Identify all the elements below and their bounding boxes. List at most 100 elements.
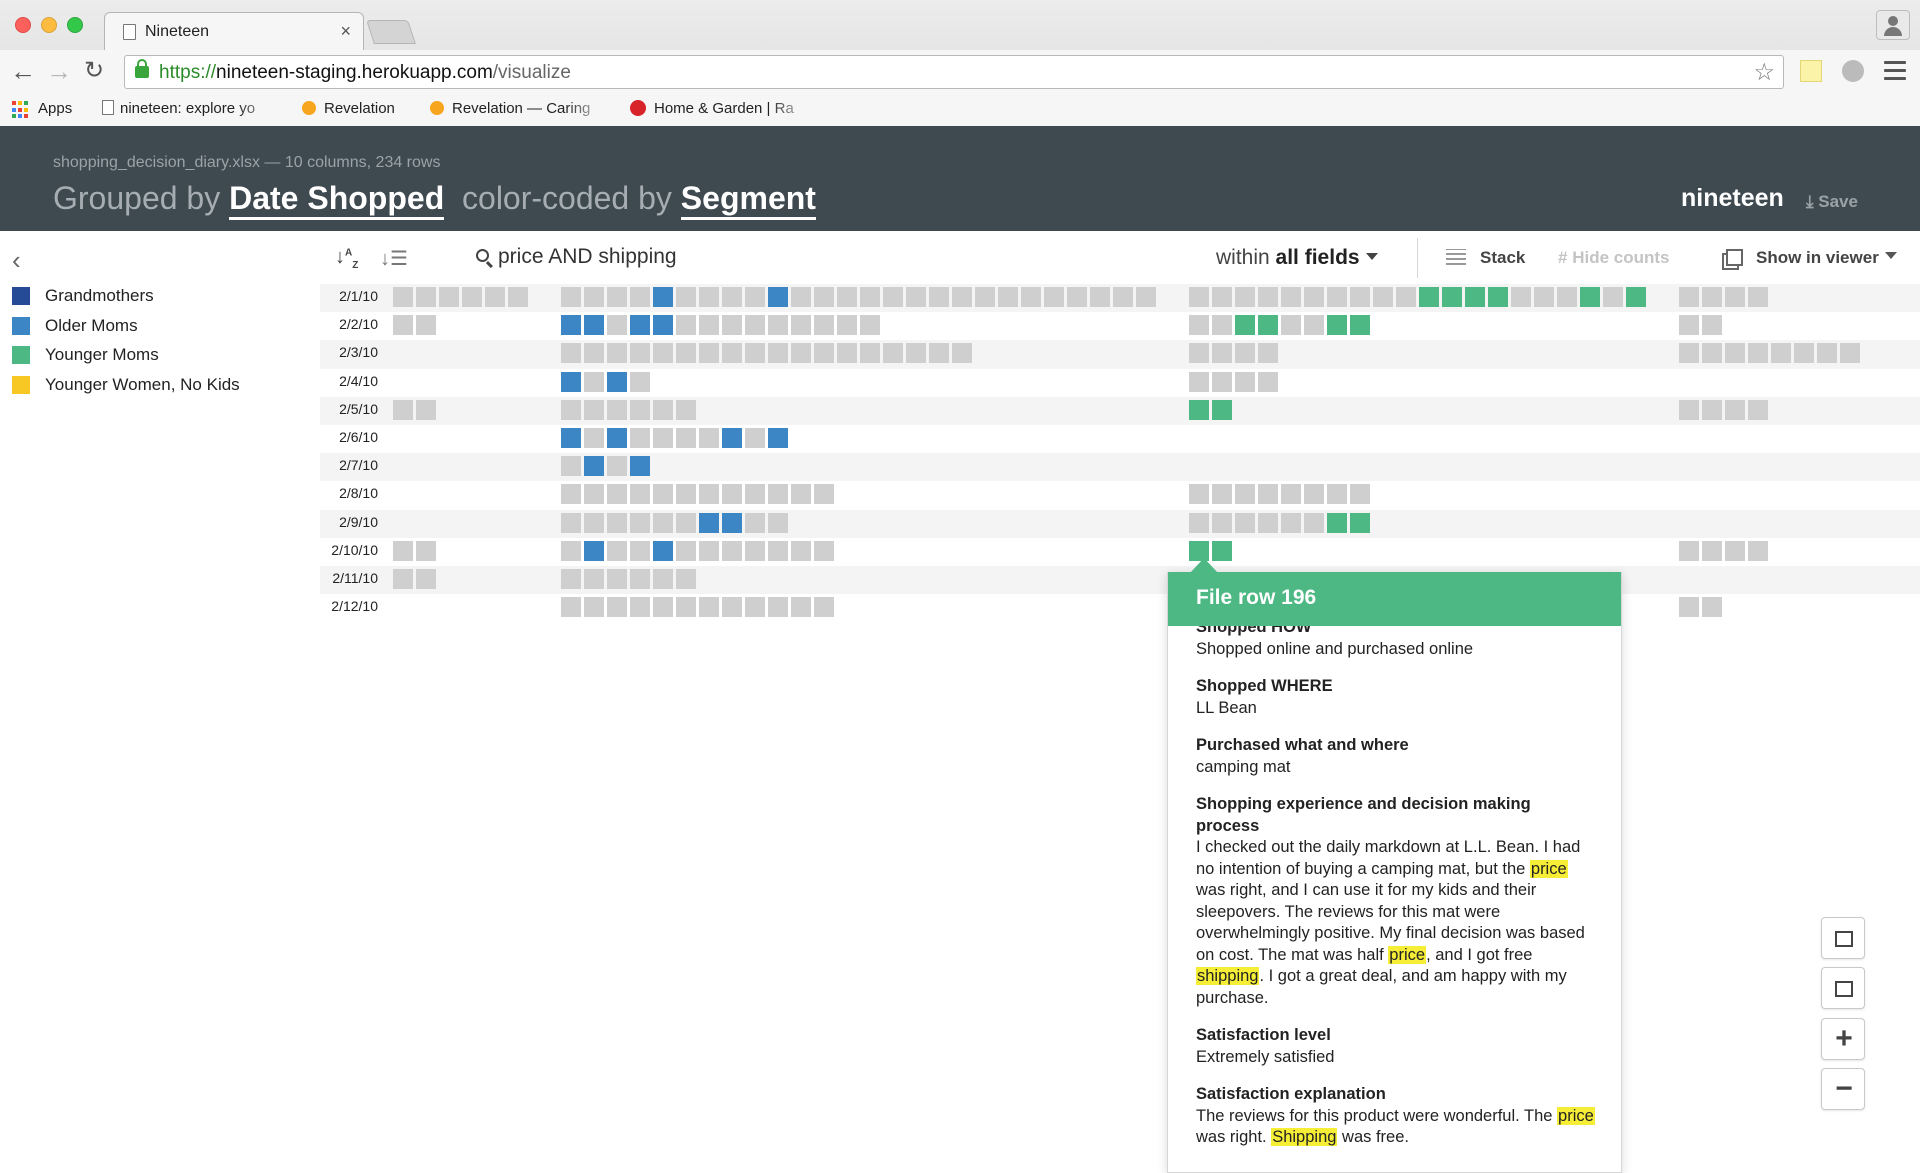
record-cell[interactable] [653,597,673,618]
hide-counts-button[interactable]: # Hide counts [1558,248,1669,268]
record-cell[interactable] [676,484,696,505]
window-close-button[interactable] [15,17,31,33]
record-cell-matched[interactable] [1212,399,1232,420]
record-cell[interactable] [814,484,834,505]
record-cell[interactable] [906,343,926,364]
record-cell[interactable] [860,343,880,364]
record-cell[interactable] [699,597,719,618]
record-cell[interactable] [1304,315,1324,336]
close-icon[interactable]: × [340,21,351,42]
record-cell[interactable] [584,484,604,505]
record-cell[interactable] [393,568,413,589]
record-cell[interactable] [1350,484,1370,505]
record-cell[interactable] [630,484,650,505]
record-cell[interactable] [791,597,811,618]
record-cell-matched[interactable] [1235,315,1255,336]
record-cell-matched[interactable] [699,512,719,533]
record-cell[interactable] [1189,343,1209,364]
record-cell[interactable] [561,568,581,589]
record-cell[interactable] [607,315,627,336]
record-cell[interactable] [1235,484,1255,505]
bookmark-home-garden[interactable]: Home & Garden | Ra [630,100,815,117]
record-cell[interactable] [975,287,995,307]
record-cell[interactable] [676,568,696,589]
bookmark-apps[interactable]: Apps [38,100,72,117]
sort-alphabetical-icon[interactable]: ↓AZ [335,246,358,271]
record-cell[interactable] [722,540,742,561]
collapse-sidebar-button[interactable]: ‹ [12,245,21,276]
record-cell[interactable] [860,315,880,336]
record-cell[interactable] [416,540,436,561]
color-field-selector[interactable]: Segment [680,180,816,220]
record-cell[interactable] [791,540,811,561]
record-cell[interactable] [561,597,581,618]
record-cell[interactable] [837,287,857,307]
record-cell[interactable] [791,343,811,364]
record-cell[interactable] [1258,371,1278,392]
record-cell[interactable] [952,287,972,307]
record-cell[interactable] [607,399,627,420]
record-cell[interactable] [1189,315,1209,336]
record-cell[interactable] [1212,512,1232,533]
record-cell[interactable] [1258,512,1278,533]
record-cell-matched[interactable] [768,427,788,448]
record-cell[interactable] [607,568,627,589]
record-cell[interactable] [561,512,581,533]
record-cell[interactable] [1511,287,1531,307]
record-cell[interactable] [561,287,581,307]
record-cell-matched[interactable] [584,540,604,561]
record-cell[interactable] [630,399,650,420]
record-cell[interactable] [722,597,742,618]
record-cell[interactable] [1258,343,1278,364]
record-cell[interactable] [584,343,604,364]
record-cell[interactable] [393,287,413,307]
record-cell[interactable] [699,427,719,448]
record-cell[interactable] [1794,343,1814,364]
record-cell[interactable] [837,343,857,364]
record-cell[interactable] [860,287,880,307]
record-cell[interactable] [676,287,696,307]
record-cell[interactable] [561,456,581,477]
record-cell[interactable] [1702,287,1722,307]
record-cell[interactable] [1725,540,1745,561]
record-cell-matched[interactable] [653,287,673,307]
record-cell[interactable] [1373,287,1393,307]
record-cell[interactable] [745,484,765,505]
bookmark-nineteen[interactable]: nineteen: explore yo [102,100,282,117]
record-cell[interactable] [699,287,719,307]
record-cell[interactable] [745,287,765,307]
record-cell[interactable] [1702,540,1722,561]
record-cell[interactable] [1840,343,1860,364]
menu-icon[interactable] [1884,61,1906,81]
record-cell[interactable] [1136,287,1156,307]
record-cell[interactable] [1090,287,1110,307]
record-cell[interactable] [1281,484,1301,505]
record-cell[interactable] [1679,343,1699,364]
record-cell[interactable] [1725,287,1745,307]
record-cell[interactable] [485,287,505,307]
record-cell-matched[interactable] [1580,287,1600,307]
record-cell[interactable] [1679,315,1699,336]
record-cell[interactable] [439,287,459,307]
window-maximize-button[interactable] [67,17,83,33]
record-cell[interactable] [1304,512,1324,533]
record-cell[interactable] [1304,287,1324,307]
record-cell[interactable] [1534,287,1554,307]
record-cell[interactable] [607,343,627,364]
record-cell[interactable] [508,287,528,307]
record-cell[interactable] [561,484,581,505]
record-cell[interactable] [768,512,788,533]
record-cell[interactable] [1189,484,1209,505]
bookmark-revelation[interactable]: Revelation [302,100,395,117]
record-cell[interactable] [1235,287,1255,307]
record-cell[interactable] [607,512,627,533]
record-cell[interactable] [584,597,604,618]
forward-button[interactable]: → [46,56,72,86]
record-cell[interactable] [653,484,673,505]
record-cell[interactable] [1212,371,1232,392]
record-cell[interactable] [814,597,834,618]
sort-by-count-icon[interactable]: ↓☰ [380,246,408,271]
record-cell[interactable] [584,568,604,589]
record-cell[interactable] [722,315,742,336]
record-cell-matched[interactable] [768,287,788,307]
